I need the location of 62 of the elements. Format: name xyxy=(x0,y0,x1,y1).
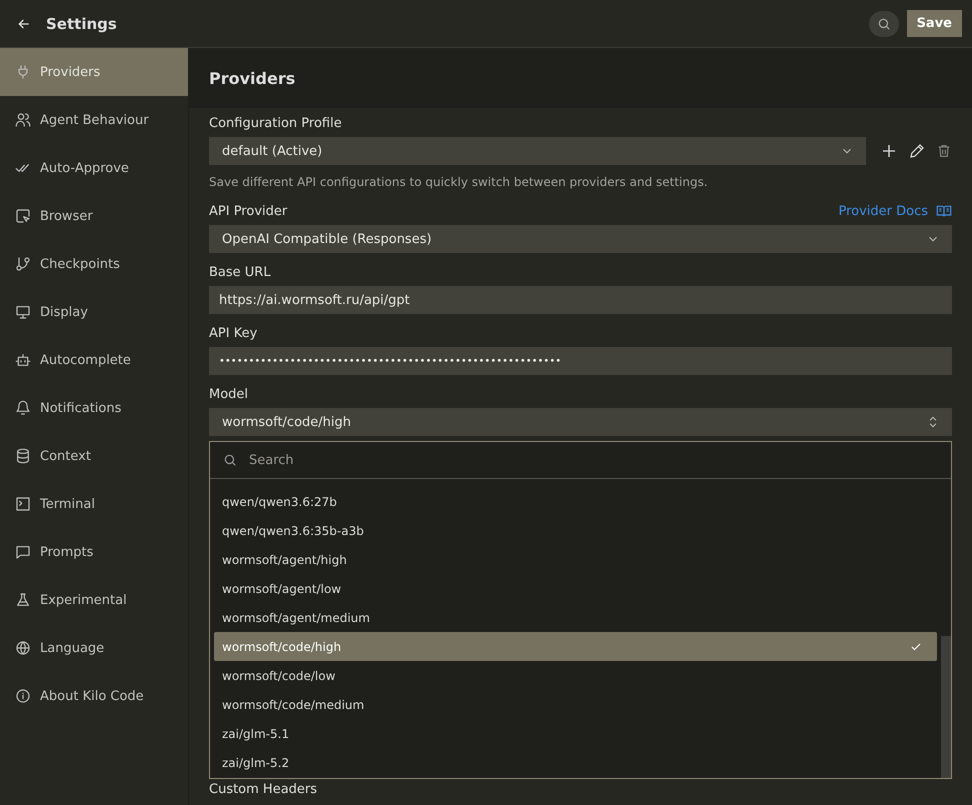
search-field[interactable]: Search xyxy=(247,452,951,468)
pencil-icon[interactable] xyxy=(908,142,926,160)
provider-dropdown[interactable]: OpenAI Compatible (Responses) xyxy=(209,225,952,253)
model-option[interactable]: zai/glm-5.2 xyxy=(214,748,937,777)
model-option[interactable]: qwen/qwen3.6:27b xyxy=(214,487,937,516)
model-option[interactable]: wormsoft/agent/high xyxy=(214,545,937,574)
save-button[interactable]: Save xyxy=(906,10,962,37)
model-option[interactable]: qwen/qwen3.6:35b-a3b xyxy=(214,516,937,545)
speech-bubble-icon xyxy=(15,544,31,560)
sidebar-item[interactable]: Autocomplete xyxy=(0,336,188,384)
field-label: API Provider xyxy=(209,204,288,218)
sidebar-item[interactable]: Checkpoints xyxy=(0,240,188,288)
field-label: Custom Headers xyxy=(209,782,318,797)
sidebar-item[interactable]: Auto-Approve xyxy=(0,144,188,192)
model-option[interactable]: wormsoft/code/high xyxy=(214,632,937,661)
model-option[interactable]: wormsoft/code/medium xyxy=(214,690,937,719)
scrollbar-thumb[interactable] xyxy=(941,636,951,778)
sidebar-item[interactable]: Terminal xyxy=(0,480,188,528)
add-icon[interactable] xyxy=(880,142,898,160)
search-icon xyxy=(223,453,237,467)
sidebar-item[interactable]: Language xyxy=(0,624,188,672)
sidebar-item[interactable]: Display xyxy=(0,288,188,336)
base-url-field[interactable]: https://ai.wormsoft.ru/api/gpt xyxy=(209,286,952,314)
sidebar-item[interactable]: Prompts xyxy=(0,528,188,576)
info-icon xyxy=(15,688,31,704)
page-title: Settings xyxy=(46,14,117,32)
model-option[interactable]: wormsoft/agent/medium xyxy=(214,603,937,632)
help-text: Save different API configurations to quickly switch between providers and settings. xyxy=(209,175,709,189)
field-label: API Key xyxy=(209,326,258,341)
search-button[interactable] xyxy=(868,10,899,36)
cursor-window-icon xyxy=(15,208,31,224)
model-option[interactable]: zai/glm-5.1 xyxy=(214,719,937,748)
sidebar-item[interactable]: Experimental xyxy=(0,576,188,624)
field-label: Model xyxy=(209,387,250,402)
profile-dropdown[interactable]: default (Active) xyxy=(209,137,866,165)
api-key-field[interactable]: •••••••••••••••••••••••••••••••••••••••••••••••••••••••••• xyxy=(209,347,952,375)
field-label: Base URL xyxy=(209,265,272,280)
book-icon xyxy=(936,203,952,219)
terminal-icon xyxy=(15,496,31,512)
sidebar-item[interactable]: Browser xyxy=(0,192,188,240)
model-option[interactable]: wormsoft/code/low xyxy=(214,661,937,690)
bell-icon xyxy=(15,400,31,416)
monitor-icon xyxy=(15,304,31,320)
search-icon xyxy=(876,16,891,30)
sidebar-item[interactable]: Notifications xyxy=(0,384,188,432)
field-label: Configuration Profile xyxy=(209,116,343,131)
check-icon xyxy=(910,640,922,652)
model-dropdown[interactable]: wormsoft/code/high xyxy=(209,408,952,436)
globe-icon xyxy=(15,640,31,656)
sidebar-item[interactable]: About Kilo Code xyxy=(0,672,188,720)
provider-docs-link[interactable]: Provider Docs xyxy=(838,204,928,218)
branch-icon xyxy=(15,256,31,272)
section-title: Providers xyxy=(209,68,296,88)
sidebar-item[interactable]: Context xyxy=(0,432,188,480)
robot-icon xyxy=(15,352,31,368)
model-option[interactable]: wormsoft/agent/low xyxy=(214,574,937,603)
database-icon xyxy=(15,448,31,464)
flask-icon xyxy=(15,592,31,608)
sidebar-item[interactable]: Providers xyxy=(0,48,188,96)
sidebar-item[interactable]: Agent Behaviour xyxy=(0,96,188,144)
trash-icon[interactable] xyxy=(936,143,952,159)
users-icon xyxy=(15,112,31,128)
